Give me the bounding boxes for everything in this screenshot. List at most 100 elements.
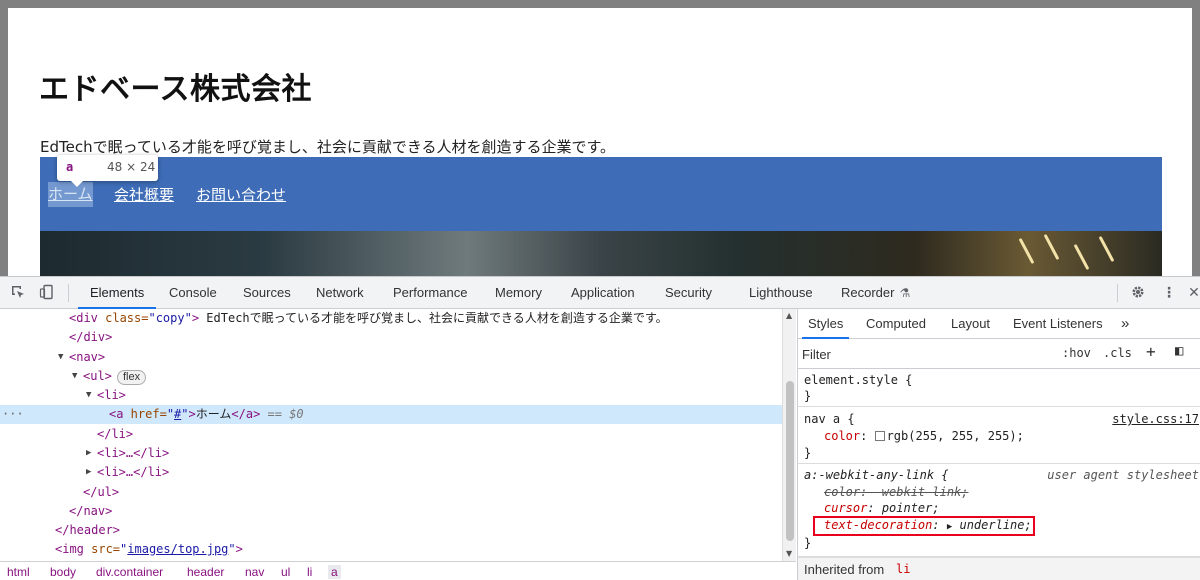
dom-node-ul-close[interactable]: </ul> <box>0 483 782 502</box>
dom-tag: <ul> <box>83 369 112 383</box>
hero-light-streak <box>1098 235 1115 263</box>
breadcrumb-div-container[interactable]: div.container <box>96 565 163 579</box>
dom-node-header-close[interactable]: </header> <box>0 521 782 540</box>
tab-sources[interactable]: Sources <box>243 277 291 309</box>
hov-toggle[interactable]: :hov <box>1062 346 1091 360</box>
tab-lighthouse[interactable]: Lighthouse <box>749 277 813 309</box>
gear-icon[interactable] <box>1129 284 1147 302</box>
dom-node-li-close[interactable]: </li> <box>0 425 782 444</box>
expand-triangle-icon[interactable]: ▼ <box>86 386 91 405</box>
inherited-element-link[interactable]: li <box>896 562 910 576</box>
tab-computed[interactable]: Computed <box>866 309 926 339</box>
collapse-triangle-icon[interactable]: ▶ <box>86 463 91 482</box>
dom-attr-quote: " <box>181 407 189 421</box>
devtools-panel: Elements Console Sources Network Perform… <box>0 276 1200 580</box>
rule-selector: a:-webkit-any-link { <box>804 468 949 482</box>
dom-attr-name: href= <box>123 407 167 421</box>
dom-node-nav[interactable]: ▼ <nav> <box>0 348 782 367</box>
site-copy-text: EdTechで眠っている才能を呼び覚まし、社会に貢献できる人材を創造する企業です… <box>40 138 616 156</box>
dom-node-div-copy[interactable]: <div class="copy"> EdTechで眠っている才能を呼び覚まし、… <box>0 309 782 328</box>
breadcrumb-html[interactable]: html <box>7 565 30 579</box>
tab-application[interactable]: Application <box>571 277 635 309</box>
rendered-page: エドベース株式会社 EdTechで眠っている才能を呼び覚まし、社会に貢献できる人… <box>8 8 1192 276</box>
expand-triangle-icon[interactable]: ▼ <box>72 367 77 386</box>
expand-triangle-icon[interactable]: ▼ <box>58 348 63 367</box>
rule-close-brace: } <box>804 536 812 550</box>
toolbar-divider <box>68 284 69 302</box>
tab-event-listeners[interactable]: Event Listeners <box>1013 309 1103 339</box>
dom-attr-value: "copy" <box>148 311 192 325</box>
dom-text-node: ホーム <box>195 407 232 421</box>
rule-source-link[interactable]: style.css:17 <box>1112 411 1199 428</box>
rule-webkit-any-link[interactable]: a:-webkit-any-link { user agent styleshe… <box>798 464 1200 557</box>
dom-node-nav-close[interactable]: </nav> <box>0 502 782 521</box>
inherited-label: Inherited from <box>804 562 885 577</box>
dom-tag: </ul> <box>83 485 120 499</box>
tab-security[interactable]: Security <box>665 277 712 309</box>
dom-node-li[interactable]: ▼ <li> <box>0 386 782 405</box>
dom-node-div-close[interactable]: </div> <box>0 328 782 347</box>
tab-console[interactable]: Console <box>169 277 217 309</box>
tab-elements[interactable]: Elements <box>78 277 157 309</box>
scrollbar-thumb[interactable] <box>786 381 794 541</box>
tab-layout[interactable]: Layout <box>951 309 990 339</box>
color-swatch-icon[interactable] <box>874 431 885 441</box>
breadcrumb-header[interactable]: header <box>187 565 224 579</box>
node-actions-icon[interactable]: ··· <box>2 405 24 424</box>
breadcrumb-nav[interactable]: nav <box>245 565 264 579</box>
tab-recorder[interactable]: Recorder <box>841 277 894 309</box>
dom-tag: </li> <box>97 427 134 441</box>
dom-tag: </nav> <box>69 504 113 518</box>
new-rule-icon[interactable]: + <box>1146 342 1156 361</box>
dom-tag: <a <box>109 407 124 421</box>
dom-node-li-collapsed[interactable]: ▶ <li>…</li> <box>0 444 782 463</box>
inspect-element-icon[interactable] <box>9 284 27 302</box>
elements-dom-tree[interactable]: <div class="copy"> EdTechで眠っている才能を呼び覚まし、… <box>0 309 796 561</box>
breadcrumb-ul[interactable]: ul <box>281 565 290 579</box>
tab-styles[interactable]: Styles <box>802 309 850 339</box>
inherited-from-section[interactable]: Inherited from li <box>798 557 1200 580</box>
css-value[interactable]: pointer; <box>882 501 940 515</box>
tab-memory[interactable]: Memory <box>495 277 542 309</box>
flex-badge[interactable]: flex <box>117 370 147 385</box>
scroll-down-arrow-icon[interactable]: ▼ <box>786 549 792 558</box>
styles-filter-row: :hov .cls + ◧ <box>798 339 1200 369</box>
nav-link-about[interactable]: 会社概要 <box>114 184 174 205</box>
css-value[interactable]: rgb(255, 255, 255); <box>887 429 1024 443</box>
nav-link-contact[interactable]: お問い合わせ <box>196 184 286 205</box>
dom-text-node: EdTechで眠っている才能を呼び覚まし、社会に貢献できる人材を創造する企業です… <box>199 311 668 325</box>
sidebar-toggle-icon[interactable]: ◧ <box>1175 343 1183 359</box>
dom-node-img[interactable]: <img src="images/top.jpg"> <box>0 540 782 559</box>
dom-attr-link[interactable]: images/top.jpg <box>127 542 228 556</box>
dom-node-li-collapsed[interactable]: ▶ <li>…</li> <box>0 463 782 482</box>
dom-attr-quote: " <box>166 407 175 421</box>
dom-attr-name: src= <box>83 542 121 556</box>
css-property[interactable]: cursor <box>824 501 867 515</box>
dom-tree-scrollbar[interactable]: ▲ ▼ <box>782 309 796 561</box>
styles-tab-bar: Styles Computed Layout Event Listeners » <box>798 309 1200 339</box>
breadcrumb-a[interactable]: a <box>328 565 341 579</box>
more-tabs-icon[interactable]: » <box>1121 309 1129 339</box>
kebab-menu-icon[interactable]: ⋮ <box>1160 284 1178 302</box>
styles-pane: Styles Computed Layout Event Listeners »… <box>797 309 1200 580</box>
close-icon[interactable]: ✕ <box>1188 284 1200 302</box>
css-value[interactable]: -webkit-link; <box>875 485 969 499</box>
tab-network[interactable]: Network <box>316 277 364 309</box>
device-toolbar-icon[interactable] <box>38 284 56 302</box>
hero-light-streak <box>1018 237 1035 265</box>
breadcrumb-li[interactable]: li <box>307 565 312 579</box>
tab-performance[interactable]: Performance <box>393 277 467 309</box>
rule-element-style[interactable]: element.style { } <box>798 369 1200 407</box>
styles-filter-input[interactable] <box>802 343 1052 365</box>
dom-tag: </header> <box>55 523 121 537</box>
collapse-triangle-icon[interactable]: ▶ <box>86 444 91 463</box>
scroll-up-arrow-icon[interactable]: ▲ <box>786 311 792 320</box>
cls-toggle[interactable]: .cls <box>1103 346 1132 360</box>
rule-nav-a[interactable]: nav a { style.css:17 color: rgb(255, 255… <box>798 407 1200 464</box>
css-property[interactable]: color <box>824 485 860 499</box>
dom-node-a-selected[interactable]: ··· <a href="#">ホーム</a> == $0 <box>0 405 782 424</box>
breadcrumb-body[interactable]: body <box>50 565 76 579</box>
dom-node-ul[interactable]: ▼ <ul> flex <box>0 367 782 386</box>
console-ref-marker: == $0 <box>260 407 304 421</box>
css-property[interactable]: color <box>824 429 860 443</box>
